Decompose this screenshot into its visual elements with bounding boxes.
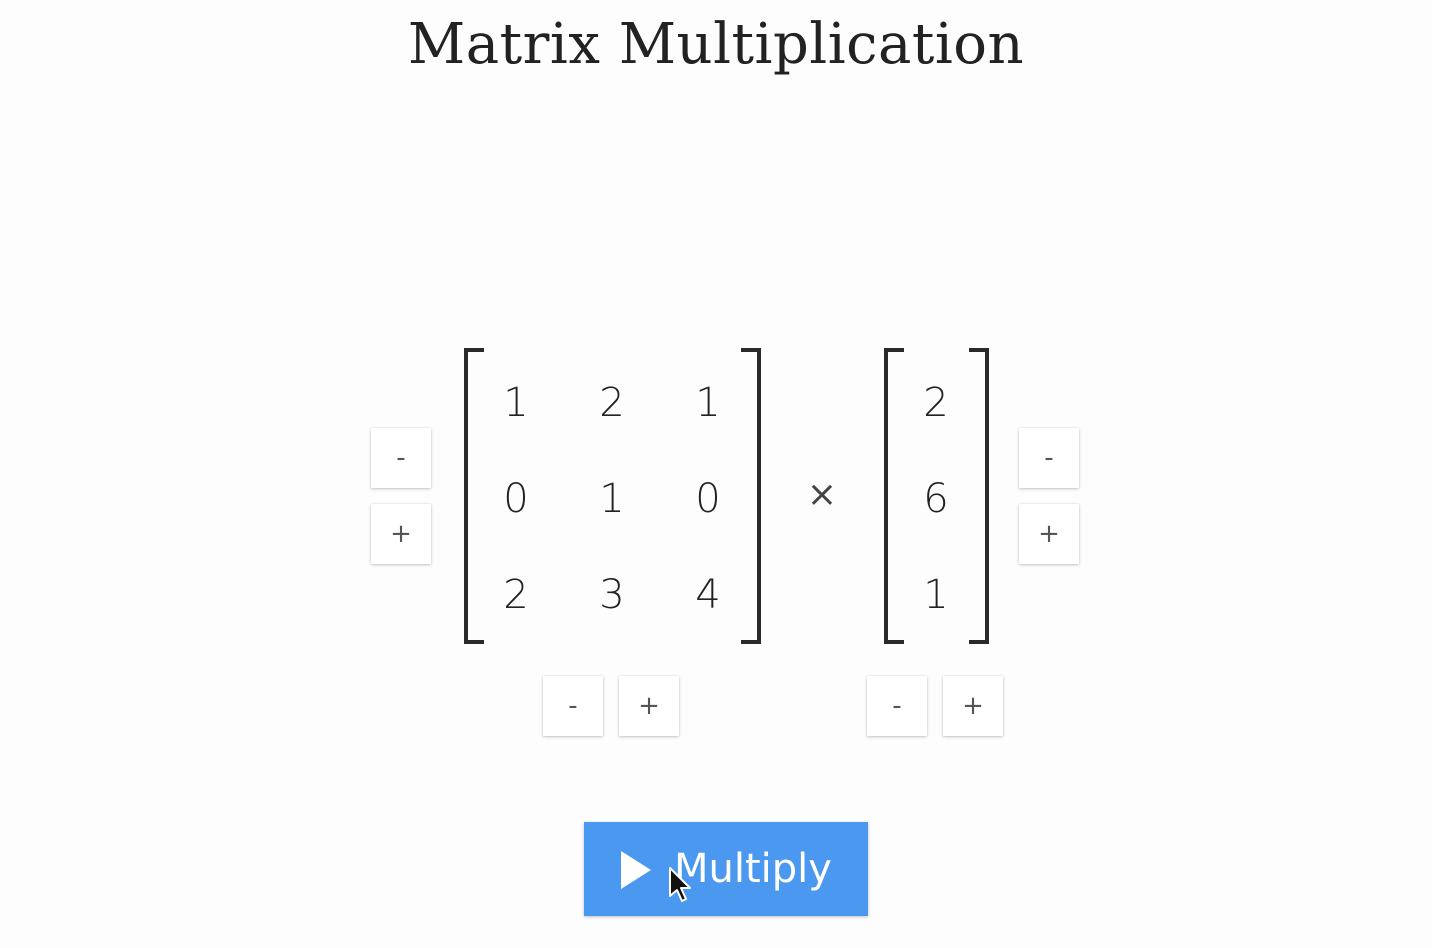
matrix-a-add-row-button[interactable]: + <box>371 504 431 564</box>
matrix-a-cell[interactable]: 4 <box>668 565 748 625</box>
page-title: Matrix Multiplication <box>407 12 1025 77</box>
matrix-a-cell[interactable]: 1 <box>668 373 748 433</box>
matrix-a-cell[interactable]: 3 <box>572 565 652 625</box>
multiply-operator: × <box>806 474 838 515</box>
multiply-button[interactable]: Multiply <box>584 822 868 916</box>
matrix-b-remove-row-button[interactable]: - <box>1019 428 1079 488</box>
matrix-a-cell[interactable]: 1 <box>476 373 556 433</box>
matrix-b-cell[interactable]: 6 <box>896 469 976 529</box>
matrix-a-cell[interactable]: 0 <box>668 469 748 529</box>
multiply-button-label: Multiply <box>674 846 832 892</box>
play-icon <box>621 851 651 889</box>
matrix-a-cell[interactable]: 0 <box>476 469 556 529</box>
matrix-a-remove-row-button[interactable]: - <box>371 428 431 488</box>
matrix-a-remove-column-button[interactable]: - <box>543 676 603 736</box>
matrix-b-cell[interactable]: 2 <box>896 373 976 433</box>
matrix-b-add-column-button[interactable]: + <box>943 676 1003 736</box>
matrix-b-remove-column-button[interactable]: - <box>867 676 927 736</box>
matrix-a-cell[interactable]: 1 <box>572 469 652 529</box>
matrix-a-cell[interactable]: 2 <box>476 565 556 625</box>
matrix-b-cell[interactable]: 1 <box>896 565 976 625</box>
matrix-a-add-column-button[interactable]: + <box>619 676 679 736</box>
mouse-pointer-icon <box>669 867 691 902</box>
matrix-a-cell[interactable]: 2 <box>572 373 652 433</box>
matrix-b-add-row-button[interactable]: + <box>1019 504 1079 564</box>
